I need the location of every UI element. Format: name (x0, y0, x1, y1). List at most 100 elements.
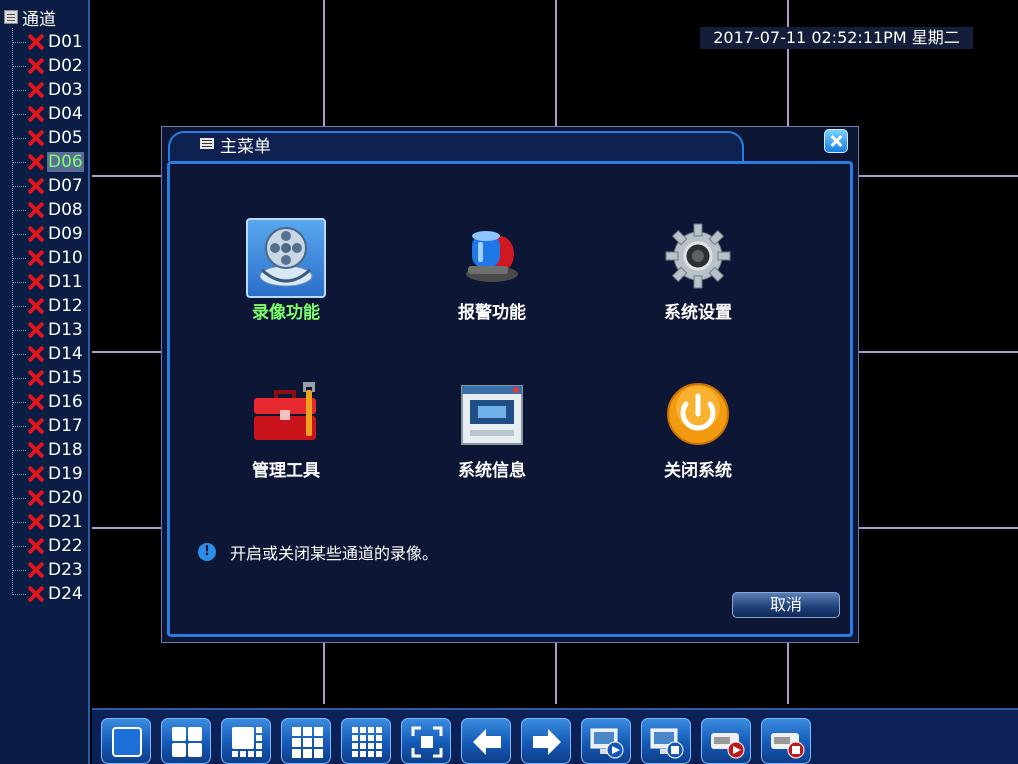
channel-label: D15 (48, 368, 83, 388)
channel-item[interactable]: D23 (12, 558, 84, 582)
menu-item-record[interactable]: 录像功能 (200, 218, 360, 328)
disconnected-icon (26, 248, 46, 268)
menu-item-system-info[interactable]: 系统信息 (406, 376, 566, 486)
channel-label: D12 (48, 296, 83, 316)
channel-list: D01 D02 D03 D04 D05 D06 D07 D08 D09 D10 D11 D12 D13 D… (12, 30, 84, 606)
menu-item-system-settings[interactable]: 系统设置 (612, 218, 772, 328)
tree-connector (12, 473, 26, 475)
channel-item[interactable]: D20 (12, 486, 84, 510)
channel-label: D07 (48, 176, 83, 196)
channel-tree-root[interactable]: 通道 (4, 6, 56, 30)
quad-view-button[interactable] (161, 718, 211, 764)
channel-item[interactable]: D12 (12, 294, 84, 318)
tree-connector (12, 185, 26, 187)
start-tour-button[interactable] (581, 718, 631, 764)
tree-connector (12, 137, 26, 139)
disconnected-icon (26, 320, 46, 340)
disconnected-icon (26, 128, 46, 148)
channel-item[interactable]: D16 (12, 390, 84, 414)
channel-label: D13 (48, 320, 83, 340)
fullscreen-button[interactable] (401, 718, 451, 764)
channel-item[interactable]: D22 (12, 534, 84, 558)
channel-item[interactable]: D14 (12, 342, 84, 366)
stop-tour-button[interactable] (641, 718, 691, 764)
channel-item[interactable]: D18 (12, 438, 84, 462)
layout-8-icon (232, 727, 262, 757)
disconnected-icon (26, 56, 46, 76)
channel-item[interactable]: D07 (12, 174, 84, 198)
tree-connector (12, 209, 26, 211)
channel-label: D19 (48, 464, 83, 484)
channel-item[interactable]: D17 (12, 414, 84, 438)
layout-16-icon (352, 727, 382, 757)
channel-label: D17 (48, 416, 83, 436)
menu-item-shutdown[interactable]: 关闭系统 (612, 376, 772, 486)
channel-item[interactable]: D05 (12, 126, 84, 150)
nine-view-button[interactable] (281, 718, 331, 764)
start-record-button[interactable] (701, 718, 751, 764)
stop-record-button[interactable] (761, 718, 811, 764)
channel-label: D22 (48, 536, 83, 556)
dialog-titlebar: 主菜单 (162, 127, 858, 161)
channel-label: D01 (48, 32, 83, 52)
window-info-icon (452, 376, 532, 456)
tree-connector (12, 569, 26, 571)
channel-item[interactable]: D08 (12, 198, 84, 222)
channel-label: D14 (48, 344, 83, 364)
hint-text: 开启或关闭某些通道的录像。 (230, 544, 439, 563)
channel-item[interactable]: D06 (12, 150, 84, 174)
tree-connector (12, 425, 26, 427)
channel-item[interactable]: D13 (12, 318, 84, 342)
close-button[interactable] (824, 129, 848, 153)
channel-item[interactable]: D24 (12, 582, 84, 606)
channel-tree-root-label: 通道 (22, 9, 56, 30)
channel-item[interactable]: D09 (12, 222, 84, 246)
menu-list-icon (200, 138, 214, 149)
disconnected-icon (26, 176, 46, 196)
disconnected-icon (26, 536, 46, 556)
channel-label: D08 (48, 200, 83, 220)
arrow-left-icon (473, 729, 501, 755)
cancel-button[interactable]: 取消 (732, 592, 840, 618)
disconnected-icon (26, 440, 46, 460)
disconnected-icon (26, 200, 46, 220)
gear-icon (658, 218, 738, 298)
single-view-button[interactable] (101, 718, 151, 764)
channel-item[interactable]: D21 (12, 510, 84, 534)
channel-item[interactable]: D01 (12, 30, 84, 54)
disconnected-icon (26, 512, 46, 532)
monitor-play-icon (590, 728, 624, 759)
next-button[interactable] (521, 718, 571, 764)
channel-item[interactable]: D10 (12, 246, 84, 270)
menu-item-label: 关闭系统 (664, 461, 732, 481)
disconnected-icon (26, 32, 46, 52)
tree-connector (12, 377, 26, 379)
menu-item-admin-tools[interactable]: 管理工具 (200, 376, 360, 486)
disconnected-icon (26, 344, 46, 364)
tree-connector (12, 329, 26, 331)
tree-connector (12, 113, 26, 115)
channel-label: D03 (48, 80, 83, 100)
dialog-title: 主菜单 (220, 137, 271, 157)
channel-item[interactable]: D19 (12, 462, 84, 486)
channel-label: D16 (48, 392, 83, 412)
sixteen-view-button[interactable] (341, 718, 391, 764)
tree-connector (12, 305, 26, 307)
menu-item-alarm[interactable]: 报警功能 (406, 218, 566, 328)
film-reel-icon (246, 218, 326, 298)
previous-button[interactable] (461, 718, 511, 764)
disconnected-icon (26, 80, 46, 100)
disconnected-icon (26, 152, 46, 172)
channel-item[interactable]: D15 (12, 366, 84, 390)
channel-item[interactable]: D02 (12, 54, 84, 78)
channel-label: D02 (48, 56, 83, 76)
eight-view-button[interactable] (221, 718, 271, 764)
channel-item[interactable]: D04 (12, 102, 84, 126)
datetime-overlay: 2017-07-11 02:52:11PM 星期二 (700, 27, 973, 49)
tree-connector (12, 233, 26, 235)
arrow-right-icon (533, 729, 561, 755)
channel-tree-panel: 通道 D01 D02 D03 D04 D05 D06 D07 D08 D09 D10 D11 D12 D… (0, 0, 90, 764)
channel-item[interactable]: D11 (12, 270, 84, 294)
channel-item[interactable]: D03 (12, 78, 84, 102)
list-icon (4, 10, 18, 24)
